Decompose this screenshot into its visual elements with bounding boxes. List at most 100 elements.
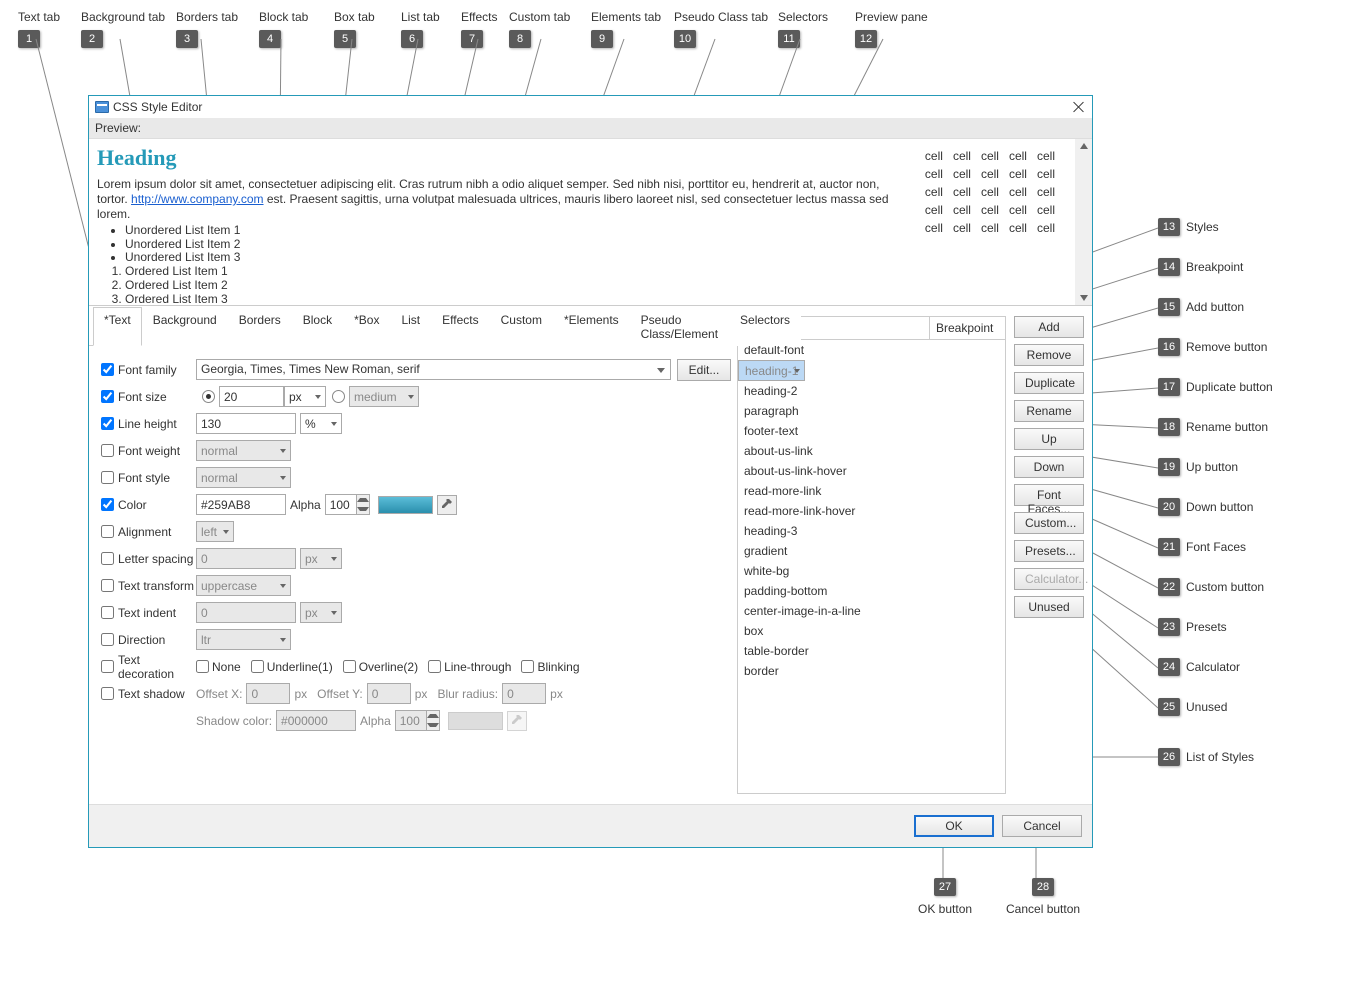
font-style-check[interactable]: Font style [101,471,196,485]
tab-background[interactable]: Background [142,307,228,346]
style-item[interactable]: center-image-in-a-line [738,601,1005,621]
style-item[interactable]: read-more-link-hover [738,501,1005,521]
style-item[interactable]: box [738,621,1005,641]
alignment-select[interactable]: left [196,521,234,542]
style-item[interactable]: about-us-link-hover [738,461,1005,481]
line-height-check[interactable]: Line height [101,417,196,431]
tab-effects[interactable]: Effects [431,307,489,346]
style-item[interactable]: heading-3 [738,521,1005,541]
ok-button[interactable]: OK [914,815,994,837]
letter-spacing-input[interactable] [196,548,296,569]
duplicate-button[interactable]: Duplicate [1014,372,1084,394]
text-indent-unit[interactable]: px [300,602,342,623]
tab-text[interactable]: *Text [93,307,142,346]
blur-input[interactable] [502,683,546,704]
presets-button[interactable]: Presets... [1014,540,1084,562]
font-weight-check[interactable]: Font weight [101,444,196,458]
style-item[interactable]: border [738,661,1005,681]
font-size-input[interactable] [219,386,284,407]
style-item[interactable]: heading-2 [738,381,1005,401]
text-transform-check[interactable]: Text transform [101,579,196,593]
font-size-unit[interactable]: px [284,386,326,407]
shadow-alpha-input[interactable] [395,710,427,731]
scroll-up-icon[interactable] [1080,143,1088,149]
style-item[interactable]: read-more-link [738,481,1005,501]
line-height-input[interactable] [196,413,296,434]
color-check[interactable]: Color [101,498,196,512]
font-weight-select[interactable]: normal [196,440,291,461]
text-tab-content: Font family Georgia, Times, Times New Ro… [89,346,737,804]
custom-button[interactable]: Custom... [1014,512,1084,534]
callout-label: Down button [1186,500,1253,514]
offsetx-input[interactable] [246,683,290,704]
deco-overline[interactable]: Overline(2) [343,660,418,674]
table-cell: cell [981,221,999,235]
tab-box[interactable]: *Box [343,307,390,346]
tab-list[interactable]: List [390,307,431,346]
fontfaces-button[interactable]: Font Faces... [1014,484,1084,506]
font-size-check[interactable]: Font size [101,390,196,404]
style-item[interactable]: about-us-link [738,441,1005,461]
shadow-alpha-spinner[interactable] [426,710,440,731]
alpha-spinner[interactable] [356,494,370,515]
style-item[interactable]: gradient [738,541,1005,561]
cancel-button[interactable]: Cancel [1002,815,1082,837]
deco-linethrough[interactable]: Line-through [428,660,511,674]
preview-link[interactable]: http://www.company.com [131,192,264,206]
style-item[interactable]: footer-text [738,421,1005,441]
style-item[interactable]: paragraph [738,401,1005,421]
preview-scrollbar[interactable] [1075,139,1092,305]
tab-pseudo[interactable]: Pseudo Class/Element [630,307,729,346]
style-item[interactable]: padding-bottom [738,581,1005,601]
shadow-eyedropper-icon[interactable] [507,711,527,731]
text-indent-input[interactable] [196,602,296,623]
style-item[interactable]: white-bg [738,561,1005,581]
style-item[interactable]: heading-1 [738,360,805,381]
unused-button[interactable]: Unused [1014,596,1084,618]
color-swatch[interactable] [378,496,433,514]
direction-check[interactable]: Direction [101,633,196,647]
style-item[interactable]: table-border [738,641,1005,661]
add-button[interactable]: Add [1014,316,1084,338]
deco-blinking[interactable]: Blinking [521,660,579,674]
font-size-numeric-radio[interactable] [202,390,215,403]
rename-button[interactable]: Rename [1014,400,1084,422]
font-size-named-select[interactable]: medium [349,386,419,407]
letter-spacing-unit[interactable]: px [300,548,342,569]
offsety-input[interactable] [367,683,411,704]
calculator-button[interactable]: Calculator... [1014,568,1084,590]
line-height-unit[interactable]: % [300,413,342,434]
text-transform-select[interactable]: uppercase [196,575,291,596]
tab-block[interactable]: Block [292,307,343,346]
shadow-color-swatch[interactable] [448,712,503,730]
eyedropper-icon[interactable] [437,495,457,515]
tab-elements[interactable]: *Elements [553,307,630,346]
down-button[interactable]: Down [1014,456,1084,478]
font-family-edit-button[interactable]: Edit... [677,359,731,381]
font-family-select[interactable]: Georgia, Times, Times New Roman, serif [196,359,671,380]
font-size-named-radio[interactable] [332,390,345,403]
breakpoint-header[interactable]: Breakpoint [930,317,1005,339]
deco-underline[interactable]: Underline(1) [251,660,333,674]
alignment-check[interactable]: Alignment [101,525,196,539]
callout-num: 20 [1158,498,1180,516]
callout-label: Text tab [18,10,60,24]
close-icon[interactable] [1072,100,1086,114]
letter-spacing-check[interactable]: Letter spacing [101,552,196,566]
deco-none[interactable]: None [196,660,241,674]
direction-select[interactable]: ltr [196,629,291,650]
up-button[interactable]: Up [1014,428,1084,450]
color-alpha-input[interactable] [325,494,357,515]
tab-custom[interactable]: Custom [490,307,553,346]
font-family-check[interactable]: Font family [101,363,196,377]
scroll-down-icon[interactable] [1080,295,1088,301]
tab-selectors[interactable]: Selectors [729,307,801,346]
tab-borders[interactable]: Borders [228,307,292,346]
text-indent-check[interactable]: Text indent [101,606,196,620]
text-decoration-check[interactable]: Text decoration [101,653,196,681]
text-shadow-check[interactable]: Text shadow [101,687,196,701]
remove-button[interactable]: Remove [1014,344,1084,366]
color-input[interactable] [196,494,286,515]
font-style-select[interactable]: normal [196,467,291,488]
shadow-color-input[interactable] [276,710,356,731]
